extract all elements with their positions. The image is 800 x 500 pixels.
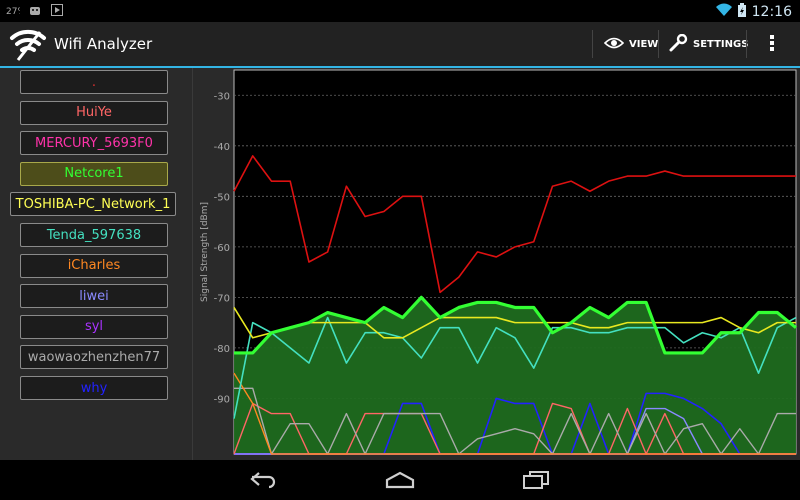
access-point-item[interactable]: MERCURY_5693F0 (20, 131, 168, 156)
settings-button[interactable]: SETTINGS (668, 30, 748, 58)
back-icon (250, 472, 276, 489)
access-point-item[interactable]: liwei (20, 284, 168, 309)
main-content: . HuiYe MERCURY_5693F0 Netcore1 TOSHIBA-PC_N… (0, 68, 800, 460)
y-tick-label: -60 (214, 243, 230, 254)
android-icon (28, 3, 42, 17)
view-button[interactable]: VIEW (603, 30, 659, 58)
overflow-menu-button[interactable] (762, 30, 782, 58)
wifi-analyzer-app-icon[interactable] (8, 24, 48, 64)
access-point-item[interactable]: Netcore1 (20, 161, 168, 186)
y-tick-label: -90 (214, 394, 230, 405)
divider (592, 30, 593, 58)
home-button[interactable] (384, 468, 416, 492)
view-label: VIEW (629, 38, 659, 50)
wifi-signal-icon (715, 2, 732, 21)
back-button[interactable] (248, 468, 280, 492)
more-vert-icon (770, 34, 774, 54)
signal-strength-chart: -30 -40 -50 -60 -70 -80 -90 Signal Strength [dB… (200, 69, 798, 455)
recent-apps-button[interactable] (520, 468, 552, 492)
battery-icon (737, 2, 746, 21)
notification-icon: 27% (6, 3, 20, 17)
y-tick-label: -80 (214, 344, 230, 355)
play-icon (50, 3, 64, 17)
y-tick-label: -40 (214, 142, 230, 153)
y-tick-label: -50 (214, 192, 230, 203)
action-bar: Wifi Analyzer VIEW SETTINGS (0, 22, 800, 66)
access-point-item[interactable]: waowaozhenzhen77 (20, 345, 168, 370)
y-tick-label: -70 (214, 293, 230, 304)
access-point-item[interactable]: HuiYe (20, 100, 168, 125)
navigation-bar (0, 460, 800, 500)
access-point-item[interactable]: Tenda_597638 (20, 223, 168, 247)
access-point-item[interactable]: . (20, 70, 168, 94)
eye-icon (603, 37, 625, 52)
svg-text:27%: 27% (6, 7, 20, 15)
access-point-item[interactable]: iCharles (20, 253, 168, 278)
settings-label: SETTINGS (693, 38, 749, 50)
access-point-item[interactable]: syl (20, 314, 168, 339)
divider (746, 30, 747, 58)
divider (658, 30, 659, 58)
status-bar: 27% 12:16 (0, 0, 800, 22)
home-icon (385, 471, 415, 489)
y-tick-label: -30 (214, 91, 230, 102)
recent-apps-icon (523, 471, 549, 489)
app-title: Wifi Analyzer (54, 35, 153, 53)
y-axis-label: Signal Strength [dBm] (200, 202, 210, 302)
access-point-list: . HuiYe MERCURY_5693F0 Netcore1 TOSHIBA-PC_N… (0, 68, 193, 460)
access-point-item[interactable]: TOSHIBA-PC_Network_1 (10, 192, 176, 217)
wrench-icon (668, 33, 688, 55)
clock: 12:16 (751, 3, 792, 20)
access-point-item[interactable]: why (20, 376, 168, 400)
